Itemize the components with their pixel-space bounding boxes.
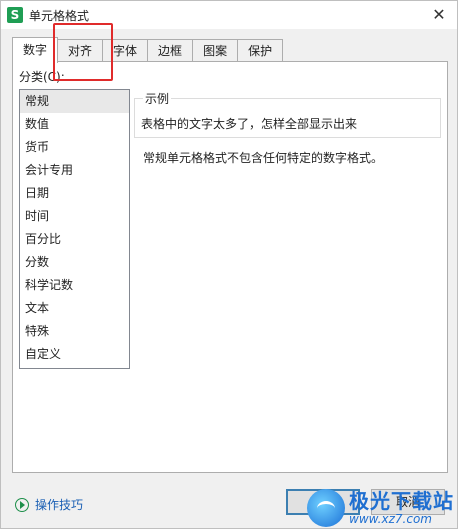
wps-spreadsheet-icon: S bbox=[7, 7, 23, 23]
sample-text: 表格中的文字太多了，怎样全部显示出来 bbox=[141, 117, 358, 131]
tab-number[interactable]: 数字 bbox=[12, 37, 59, 63]
play-circle-icon bbox=[15, 497, 29, 512]
title-bar: S 单元格格式 ✕ bbox=[1, 1, 457, 29]
category-item-percentage[interactable]: 百分比 bbox=[20, 228, 129, 251]
category-item-general[interactable]: 常规 bbox=[20, 90, 129, 113]
category-item-accounting[interactable]: 会计专用 bbox=[20, 159, 129, 182]
category-item-special[interactable]: 特殊 bbox=[20, 320, 129, 343]
tips-link[interactable]: 操作技巧 bbox=[15, 496, 83, 513]
category-item-fraction[interactable]: 分数 bbox=[20, 251, 129, 274]
category-item-custom[interactable]: 自定义 bbox=[20, 343, 129, 366]
format-description: 常规单元格格式不包含任何特定的数字格式。 bbox=[143, 151, 384, 165]
category-item-currency[interactable]: 货币 bbox=[20, 136, 129, 159]
cancel-button[interactable]: 取消 bbox=[371, 489, 445, 515]
sample-group: 示例 表格中的文字太多了，怎样全部显示出来 bbox=[134, 90, 441, 138]
dialog-title: 单元格格式 bbox=[29, 9, 90, 23]
category-item-text[interactable]: 文本 bbox=[20, 297, 129, 320]
tab-bar: 数字 对齐 字体 边框 图案 保护 bbox=[12, 37, 284, 63]
format-cells-dialog: S 单元格格式 ✕ 数字 对齐 字体 边框 图案 保护 分类(C): 常规 数值… bbox=[0, 0, 458, 529]
tab-border[interactable]: 边框 bbox=[147, 39, 194, 62]
category-list[interactable]: 常规 数值 货币 会计专用 日期 时间 百分比 分数 科学记数 文本 特殊 自定… bbox=[19, 89, 130, 369]
tab-protection[interactable]: 保护 bbox=[237, 39, 284, 62]
number-tab-panel: 分类(C): 常规 数值 货币 会计专用 日期 时间 百分比 分数 科学记数 文… bbox=[12, 61, 448, 473]
tab-alignment[interactable]: 对齐 bbox=[57, 39, 104, 62]
tips-label: 操作技巧 bbox=[35, 498, 84, 512]
close-icon[interactable]: ✕ bbox=[427, 3, 451, 27]
tab-pattern[interactable]: 图案 bbox=[192, 39, 239, 62]
category-item-time[interactable]: 时间 bbox=[20, 205, 129, 228]
sample-title: 示例 bbox=[143, 90, 172, 107]
category-label: 分类(C): bbox=[19, 70, 65, 84]
category-item-number[interactable]: 数值 bbox=[20, 113, 129, 136]
tab-font[interactable]: 字体 bbox=[102, 39, 149, 62]
category-item-date[interactable]: 日期 bbox=[20, 182, 129, 205]
ok-button[interactable]: 确定 bbox=[286, 489, 360, 515]
category-item-scientific[interactable]: 科学记数 bbox=[20, 274, 129, 297]
